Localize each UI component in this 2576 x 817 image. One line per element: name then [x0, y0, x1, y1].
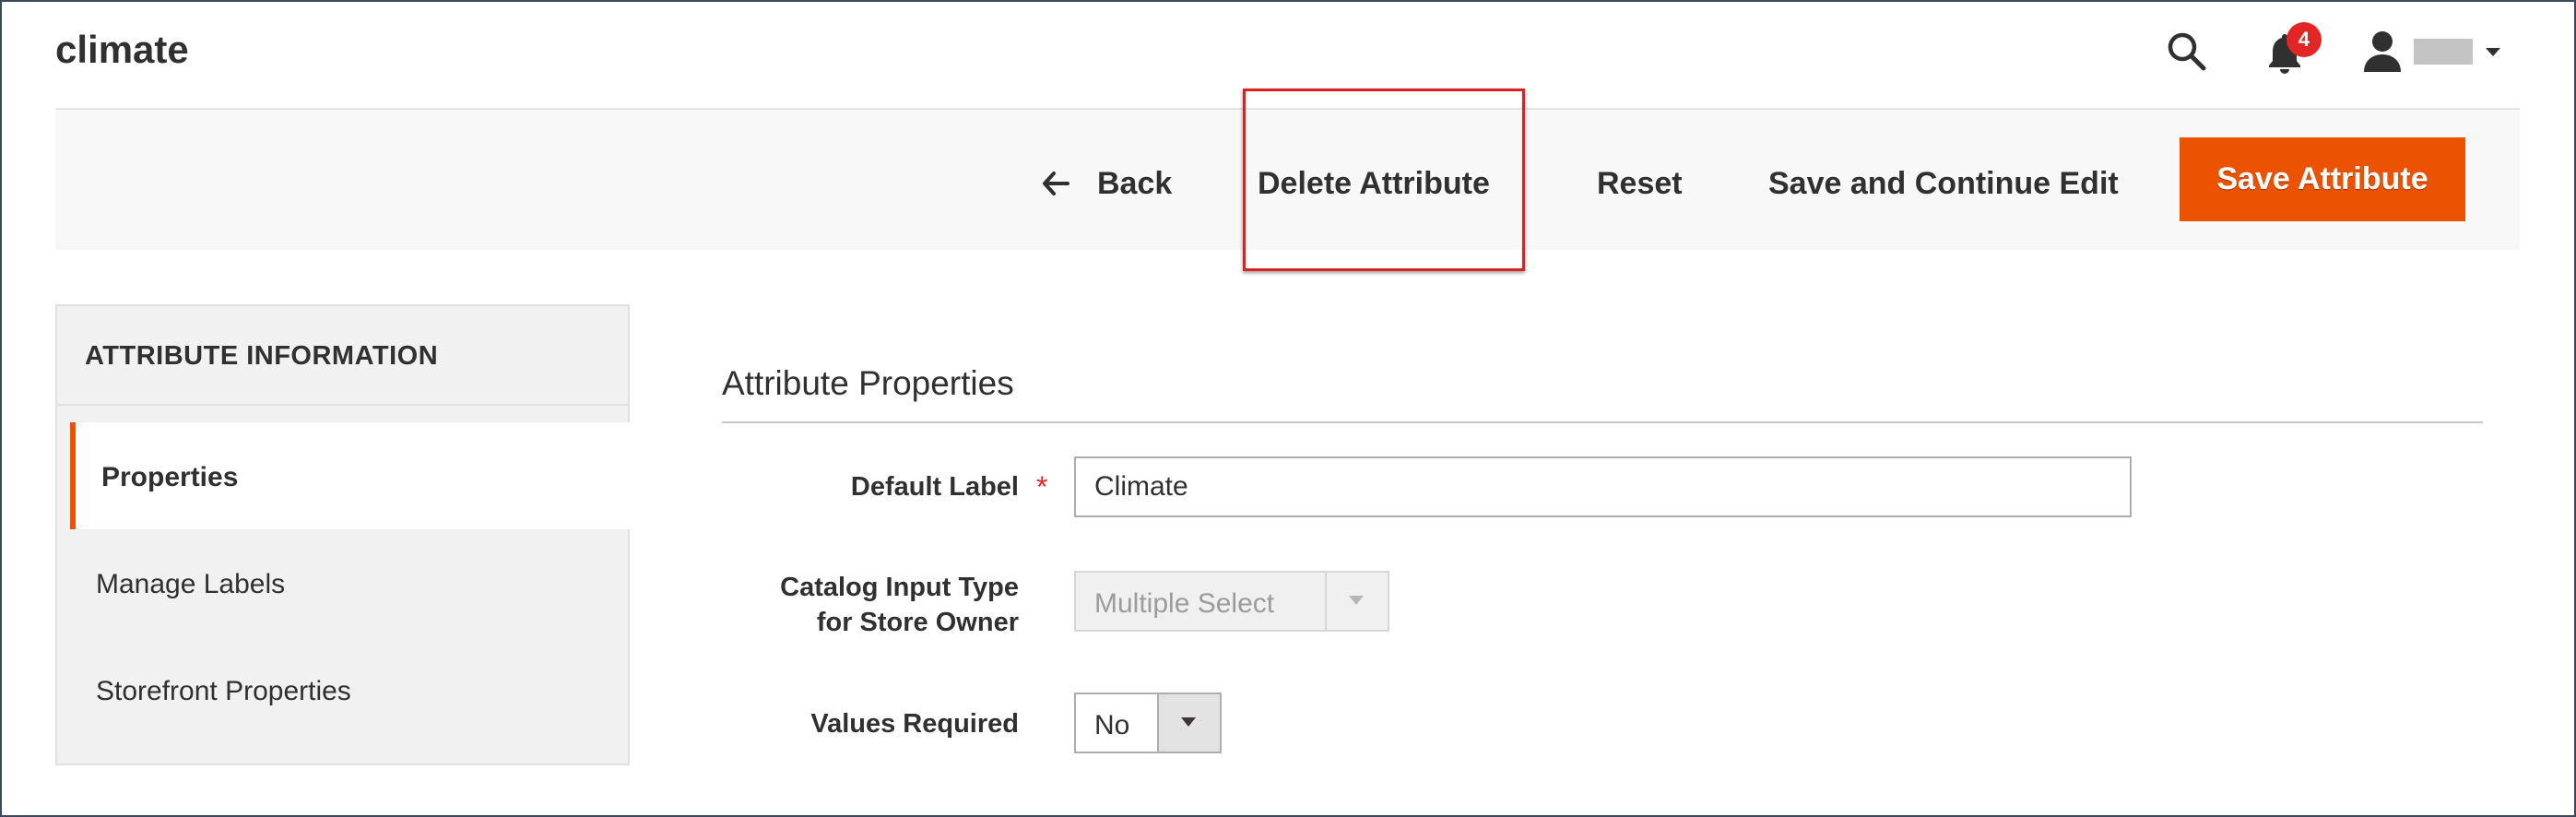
tab-manage-labels[interactable]: Manage Labels: [70, 529, 630, 636]
tab-properties[interactable]: Properties: [70, 422, 635, 529]
values-required-select[interactable]: No: [1074, 693, 1222, 753]
notifications-bell[interactable]: 4: [2266, 22, 2322, 76]
back-label: Back: [1097, 166, 1173, 201]
header-actions: 4: [2167, 22, 2500, 77]
tab-label: Manage Labels: [96, 569, 286, 599]
default-label-input[interactable]: Climate: [1074, 456, 2132, 517]
input-type-label: Catalog Input Type for Store Owner: [632, 571, 1019, 640]
page-title: climate: [55, 28, 189, 71]
search-icon[interactable]: [2167, 31, 2207, 72]
input-type-value: Multiple Select: [1094, 588, 1275, 619]
dropdown-button: [1325, 573, 1388, 630]
default-label-label: Default Label: [850, 472, 1019, 502]
save-and-continue-button[interactable]: Save and Continue Edit: [1768, 168, 2119, 199]
dropdown-button[interactable]: [1157, 694, 1220, 752]
attribute-info-sidebar: ATTRIBUTE INFORMATION Properties Manage …: [55, 304, 635, 765]
input-type-select: Multiple Select: [1074, 571, 1389, 632]
account-name-redacted[interactable]: [2414, 39, 2473, 65]
values-required-label: Values Required: [810, 709, 1019, 739]
notification-count-badge: 4: [2286, 22, 2322, 57]
section-title: Attribute Properties: [722, 364, 1014, 402]
save-attribute-button[interactable]: Save Attribute: [2180, 137, 2465, 221]
sidebar-title: ATTRIBUTE INFORMATION: [85, 341, 439, 371]
section-divider: [722, 421, 2483, 423]
highlight-box: [1243, 89, 1525, 271]
tab-label: Storefront Properties: [96, 676, 351, 706]
required-star-icon: *: [1036, 470, 1048, 503]
input-type-label-line2: for Store Owner: [816, 607, 1019, 637]
chevron-down-icon: [1349, 596, 1364, 605]
sidebar-divider: [57, 404, 628, 406]
caret-down-icon[interactable]: [2486, 47, 2500, 56]
chevron-down-icon: [1181, 717, 1196, 727]
tab-storefront-properties[interactable]: Storefront Properties: [70, 636, 630, 743]
reset-button[interactable]: Reset: [1597, 168, 1683, 199]
user-icon[interactable]: [2362, 30, 2403, 74]
input-type-label-line1: Catalog Input Type: [780, 573, 1019, 602]
tab-label: Properties: [101, 462, 239, 492]
back-button[interactable]: Back: [1042, 168, 1172, 199]
values-required-value: No: [1094, 710, 1130, 740]
arrow-left-icon: [1043, 172, 1069, 195]
